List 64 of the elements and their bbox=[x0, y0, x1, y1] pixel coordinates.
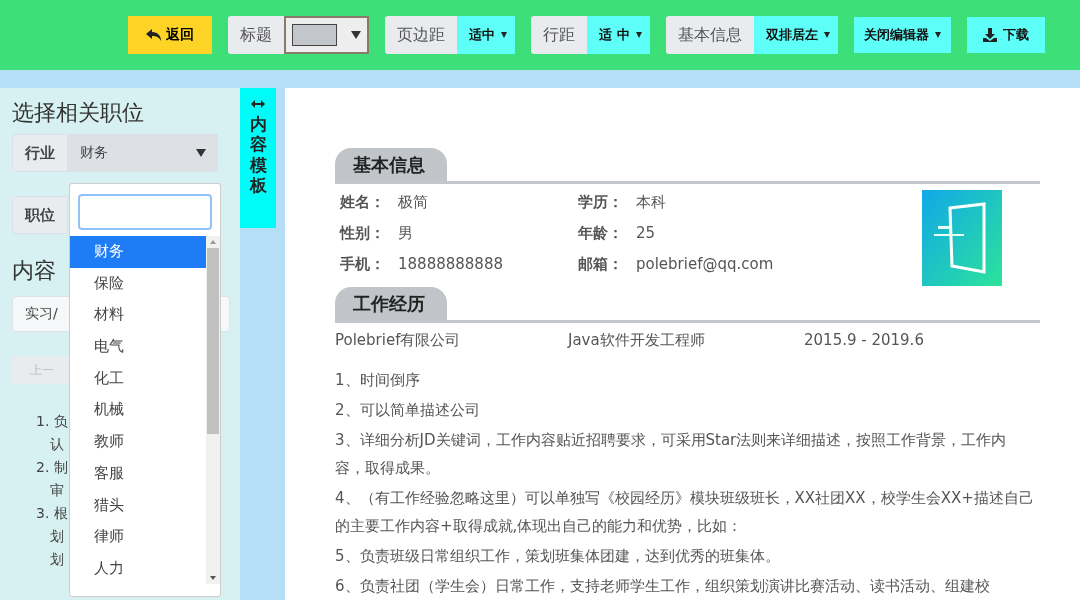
position-label: 职位 bbox=[12, 196, 68, 234]
template-text: 审 bbox=[49, 481, 64, 500]
field-value: 18888888888 bbox=[398, 254, 503, 275]
template-text: 1. 负 bbox=[36, 412, 68, 431]
option-label: 基本信息 bbox=[665, 16, 754, 54]
field-value: 男 bbox=[398, 223, 413, 244]
field-label: 性别： bbox=[340, 223, 386, 244]
description-text: 5、负责班级日常组织工作，策划班集体团建，达到优秀的班集体。 bbox=[335, 546, 781, 567]
download-button[interactable]: 下载 bbox=[966, 17, 1045, 53]
template-text: 划 bbox=[49, 527, 64, 546]
section-title: 工作经历 bbox=[335, 287, 447, 320]
search-field[interactable] bbox=[78, 194, 212, 230]
dropdown-option[interactable]: 猎头 bbox=[70, 489, 206, 522]
dropdown-option[interactable]: 机械 bbox=[70, 394, 206, 427]
template-text: 2. 制 bbox=[36, 458, 68, 477]
option-label: 行距 bbox=[531, 16, 587, 54]
dropdown-option[interactable]: 材料 bbox=[70, 299, 206, 332]
editor-menu[interactable]: 关闭编辑器 bbox=[853, 17, 951, 53]
option-select[interactable]: 适 中 bbox=[587, 16, 650, 54]
option-label: 页边距 bbox=[385, 16, 457, 54]
field-value: 25 bbox=[636, 223, 656, 244]
description-text: 3、详细分析JD关键词，工作内容贴近招聘要求，可采用Star法则来详细描述，按照工作背景，工作内容，取得成果。 bbox=[335, 430, 1008, 479]
job-title: Java软件开发工程师 bbox=[568, 331, 706, 350]
dropdown-option[interactable]: 财务 bbox=[70, 236, 206, 268]
template-text: 认 bbox=[49, 435, 64, 454]
industry-select[interactable]: 财务 bbox=[68, 134, 218, 172]
description-text: 1、时间倒序 bbox=[335, 370, 421, 391]
double-arrow-icon bbox=[251, 100, 265, 108]
description-text: 2、可以简单描述公司 bbox=[335, 400, 481, 421]
option-select[interactable]: 适中 bbox=[457, 16, 515, 54]
field-label: 手机： bbox=[340, 254, 386, 275]
template-text: 3. 根 bbox=[36, 504, 68, 523]
industry-label: 行业 bbox=[12, 134, 68, 172]
dropdown-option[interactable]: 教师 bbox=[70, 426, 206, 458]
description-text: 4、（有工作经验忽略这里）可以单独写《校园经历》模块班级班长，XX社团XX，校学生会XX+描述自己的主要工作内容+取得成就,体现出自己的能力和优势，比如： bbox=[335, 488, 1035, 537]
color-select[interactable] bbox=[284, 16, 369, 54]
side-tab-label: 内容模板 bbox=[249, 114, 267, 196]
section-title: 基本信息 bbox=[335, 148, 447, 181]
template-text: 划 bbox=[49, 550, 64, 569]
company-name: Polebrief有限公司 bbox=[335, 331, 462, 350]
sidebar-heading: 选择相关职位 bbox=[12, 99, 145, 127]
title-label: 标题 bbox=[228, 16, 284, 54]
dropdown-option[interactable]: 人力 bbox=[70, 552, 206, 585]
dropdown-option[interactable]: 保险 bbox=[70, 267, 206, 300]
template-side-tab[interactable]: 内容模板 bbox=[240, 88, 276, 228]
option-select[interactable]: 双排居左 bbox=[753, 16, 838, 54]
dropdown-option[interactable]: 电气 bbox=[70, 331, 206, 363]
dropdown-option[interactable]: 律师 bbox=[70, 521, 206, 553]
field-label: 邮箱： bbox=[578, 254, 624, 275]
field-label: 年龄： bbox=[578, 223, 624, 244]
dropdown-option[interactable]: 客服 bbox=[70, 457, 206, 490]
description-text: 6、负责社团（学生会）日常工作，支持老师学生工作，组织策划演讲比赛活动、读书活动、组建校 bbox=[335, 576, 991, 597]
back-button[interactable]: 返回 bbox=[128, 16, 212, 54]
scrollbar[interactable] bbox=[206, 236, 220, 584]
return-arrow-icon bbox=[146, 28, 162, 42]
field-value: polebrief@qq.com bbox=[636, 254, 774, 275]
field-label: 学历： bbox=[578, 192, 624, 213]
job-period: 2015.9 - 2019.6 bbox=[804, 331, 924, 350]
download-icon bbox=[982, 28, 997, 42]
field-label: 姓名： bbox=[340, 192, 386, 213]
field-value: 本科 bbox=[636, 192, 666, 213]
field-value: 极简 bbox=[398, 192, 428, 213]
dropdown-option[interactable]: 化工 bbox=[70, 362, 206, 395]
template-heading: 内容 bbox=[12, 257, 56, 285]
